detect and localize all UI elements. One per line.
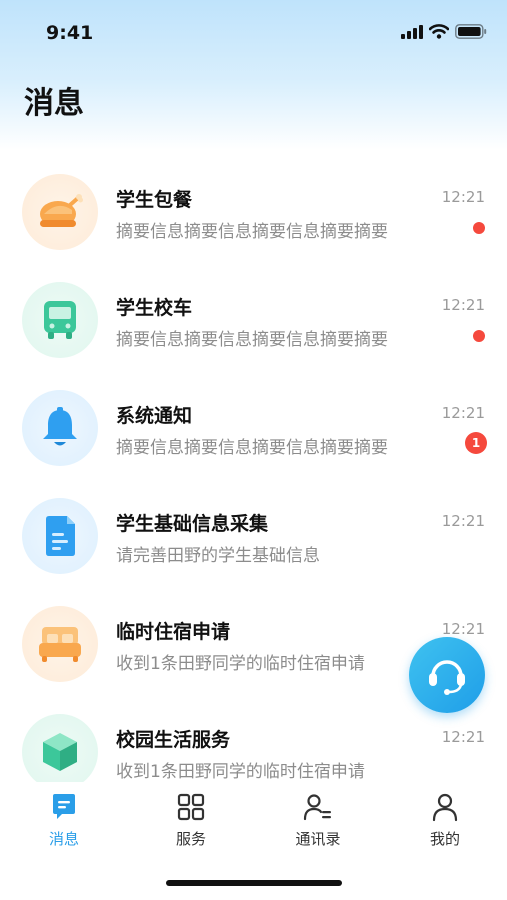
tab-messages[interactable]: 消息 xyxy=(19,790,109,849)
message-summary: 摘要信息摘要信息摘要信息摘要摘要 xyxy=(116,330,388,350)
cube-icon xyxy=(22,714,98,783)
signal-icon xyxy=(401,24,423,39)
tab-services[interactable]: 服务 xyxy=(146,790,236,849)
customer-service-icon xyxy=(429,660,465,695)
unread-dot xyxy=(473,330,485,342)
status-time: 9:41 xyxy=(46,22,94,44)
message-icon xyxy=(53,794,75,819)
roast-chicken-icon xyxy=(22,174,98,250)
message-title: 学生基础信息采集 xyxy=(116,513,269,535)
page-title: 消息 xyxy=(24,86,84,121)
message-title: 学生包餐 xyxy=(116,189,193,211)
message-summary: 收到1条田野同学的临时住宿申请 xyxy=(116,654,365,674)
status-bar: 9:41 xyxy=(0,0,507,64)
message-item-meal[interactable]: 学生包餐 摘要信息摘要信息摘要信息摘要摘要 12:21 xyxy=(0,143,507,251)
message-time: 12:21 xyxy=(441,620,485,638)
message-title: 校园生活服务 xyxy=(116,729,231,751)
battery-icon xyxy=(455,24,487,39)
message-time: 12:21 xyxy=(441,296,485,314)
contacts-icon xyxy=(303,794,331,821)
message-time: 12:21 xyxy=(441,728,485,746)
message-time: 12:21 xyxy=(441,188,485,206)
message-title: 系统通知 xyxy=(116,405,193,427)
home-indicator xyxy=(166,880,342,886)
status-icons xyxy=(401,24,487,39)
message-summary: 请完善田野的学生基础信息 xyxy=(116,546,320,566)
tab-label: 服务 xyxy=(175,830,206,848)
bed-icon xyxy=(22,606,98,682)
tab-label: 我的 xyxy=(429,830,460,848)
message-title: 临时住宿申请 xyxy=(116,621,231,643)
message-summary: 摘要信息摘要信息摘要信息摘要摘要 xyxy=(116,222,388,242)
grid-icon xyxy=(177,793,205,821)
message-time: 12:21 xyxy=(441,404,485,422)
message-summary: 收到1条田野同学的临时住宿申请 xyxy=(116,762,365,782)
message-time: 12:21 xyxy=(441,512,485,530)
message-item-notice[interactable]: 系统通知 摘要信息摘要信息摘要信息摘要摘要 12:21 1 xyxy=(0,359,507,467)
tab-contacts[interactable]: 通讯录 xyxy=(273,790,363,849)
tab-label: 通讯录 xyxy=(295,830,341,848)
tab-label: 消息 xyxy=(48,830,79,848)
bell-icon xyxy=(22,390,98,466)
document-icon xyxy=(22,498,98,574)
customer-service-button[interactable] xyxy=(409,637,485,713)
tab-profile[interactable]: 我的 xyxy=(400,790,490,849)
unread-dot xyxy=(473,222,485,234)
message-item-info-collection[interactable]: 学生基础信息采集 请完善田野的学生基础信息 12:21 xyxy=(0,467,507,575)
message-item-bus[interactable]: 学生校车 摘要信息摘要信息摘要信息摘要摘要 12:21 xyxy=(0,251,507,359)
message-summary: 摘要信息摘要信息摘要信息摘要摘要 xyxy=(116,438,388,458)
wifi-icon xyxy=(429,24,449,39)
profile-icon xyxy=(432,793,458,822)
message-title: 学生校车 xyxy=(116,297,193,319)
bus-icon xyxy=(22,282,98,358)
unread-count-badge: 1 xyxy=(465,432,487,454)
